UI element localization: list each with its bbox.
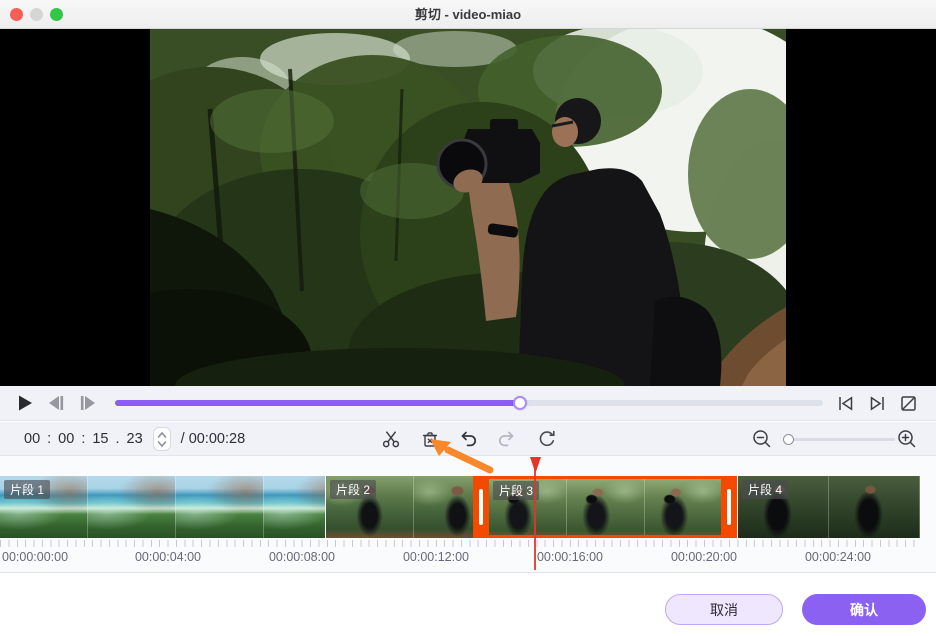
timeline-clip-1[interactable]: 片段 1 <box>0 476 325 538</box>
transport-bar <box>0 386 936 421</box>
timecode-separator: : <box>81 431 85 447</box>
clip-thumbnail <box>829 476 920 538</box>
fullscreen-icon <box>899 394 918 413</box>
undo-button[interactable] <box>458 429 478 449</box>
reset-icon <box>537 429 557 449</box>
clip-thumbnail <box>88 476 176 538</box>
ruler-label: 00:00:08:00 <box>269 550 335 564</box>
clip-thumbnail <box>264 476 325 538</box>
clip-thumbnail <box>645 479 721 535</box>
delete-clip-icon <box>420 429 440 449</box>
timeline[interactable]: 片段 1 片段 2 片段 3 片段 4 00:00:00:00 00:00 <box>0 456 936 572</box>
timeline-clip-2[interactable]: 片段 2 <box>326 476 473 538</box>
timeline-zoom-slider[interactable] <box>783 438 895 441</box>
redo-button[interactable] <box>497 429 517 449</box>
zoom-in-icon <box>896 428 918 450</box>
video-stage <box>0 29 936 386</box>
undo-icon <box>458 429 478 449</box>
ruler-label: 00:00:24:00 <box>805 550 871 564</box>
tools-bar: 00 : 00 : 15 . 23 / 00:00:28 <box>0 422 936 456</box>
timeline-zoom-thumb[interactable] <box>783 434 794 445</box>
next-frame-icon <box>78 395 98 411</box>
timecode-separator: : <box>47 431 51 447</box>
cut-button[interactable] <box>381 429 401 449</box>
zoom-out-icon <box>751 428 773 450</box>
fullscreen-button[interactable] <box>899 394 918 413</box>
clip-thumbnail <box>414 476 473 538</box>
progress-thumb[interactable] <box>513 396 527 410</box>
ruler-label: 00:00:16:00 <box>537 550 603 564</box>
trim-grip <box>479 489 483 525</box>
playback-progress-slider[interactable] <box>115 400 823 406</box>
redo-icon <box>497 429 517 449</box>
zoom-in-button[interactable] <box>896 428 918 450</box>
chevron-down-icon <box>157 440 167 448</box>
timecode-stepper[interactable] <box>153 427 171 451</box>
timecode-separator: . <box>115 431 119 447</box>
window-titlebar: 剪切 - video-miao <box>0 0 936 29</box>
skip-to-end-button[interactable] <box>868 394 887 413</box>
play-button[interactable] <box>16 394 34 412</box>
ruler-label: 00:00:04:00 <box>135 550 201 564</box>
playhead-line <box>534 469 536 570</box>
timeline-ruler: 00:00:00:00 00:00:04:00 00:00:08:00 00:0… <box>0 548 936 568</box>
play-icon <box>16 394 34 412</box>
cancel-button[interactable]: 取消 <box>665 594 783 625</box>
trim-handle-right[interactable] <box>721 479 737 535</box>
timeline-clip-3-selected[interactable]: 片段 3 <box>473 476 737 538</box>
skip-to-end-icon <box>868 394 887 413</box>
delete-clip-button[interactable] <box>420 429 440 449</box>
trim-handle-left[interactable] <box>473 479 489 535</box>
reset-button[interactable] <box>537 429 557 449</box>
dialog-footer: 取消 确认 <box>0 572 936 636</box>
video-preview <box>150 29 786 386</box>
skip-to-start-icon <box>836 394 855 413</box>
previous-frame-button[interactable] <box>46 395 66 411</box>
next-frame-button[interactable] <box>78 395 98 411</box>
ruler-label: 00:00:20:00 <box>671 550 737 564</box>
clip-label: 片段 3 <box>493 481 539 500</box>
timecode-frames: 23 <box>127 431 143 447</box>
clip-label: 片段 4 <box>742 480 788 499</box>
clip-label: 片段 2 <box>330 480 376 499</box>
timecode-display[interactable]: 00 : 00 : 15 . 23 / 00:00:28 <box>24 422 245 456</box>
timecode-minutes: 00 <box>58 431 74 447</box>
chevron-up-icon <box>157 431 167 439</box>
timecode-hours: 00 <box>24 431 40 447</box>
timeline-ticks <box>0 540 920 547</box>
timecode-seconds: 15 <box>92 431 108 447</box>
skip-to-start-button[interactable] <box>836 394 855 413</box>
clip-thumbnail <box>176 476 264 538</box>
window-title: 剪切 - video-miao <box>0 0 936 29</box>
clip-label: 片段 1 <box>4 480 50 499</box>
trim-grip <box>727 489 731 525</box>
total-duration: / 00:00:28 <box>181 431 246 447</box>
progress-fill <box>115 400 520 406</box>
clip-thumbnail <box>567 479 645 535</box>
cut-dialog-window: 剪切 - video-miao <box>0 0 936 636</box>
timeline-clip-4[interactable]: 片段 4 <box>738 476 920 538</box>
scissors-icon <box>381 429 401 449</box>
confirm-button[interactable]: 确认 <box>802 594 926 625</box>
previous-frame-icon <box>46 395 66 411</box>
ruler-label: 00:00:12:00 <box>403 550 469 564</box>
ruler-label: 00:00:00:00 <box>2 550 68 564</box>
zoom-out-button[interactable] <box>751 428 773 450</box>
